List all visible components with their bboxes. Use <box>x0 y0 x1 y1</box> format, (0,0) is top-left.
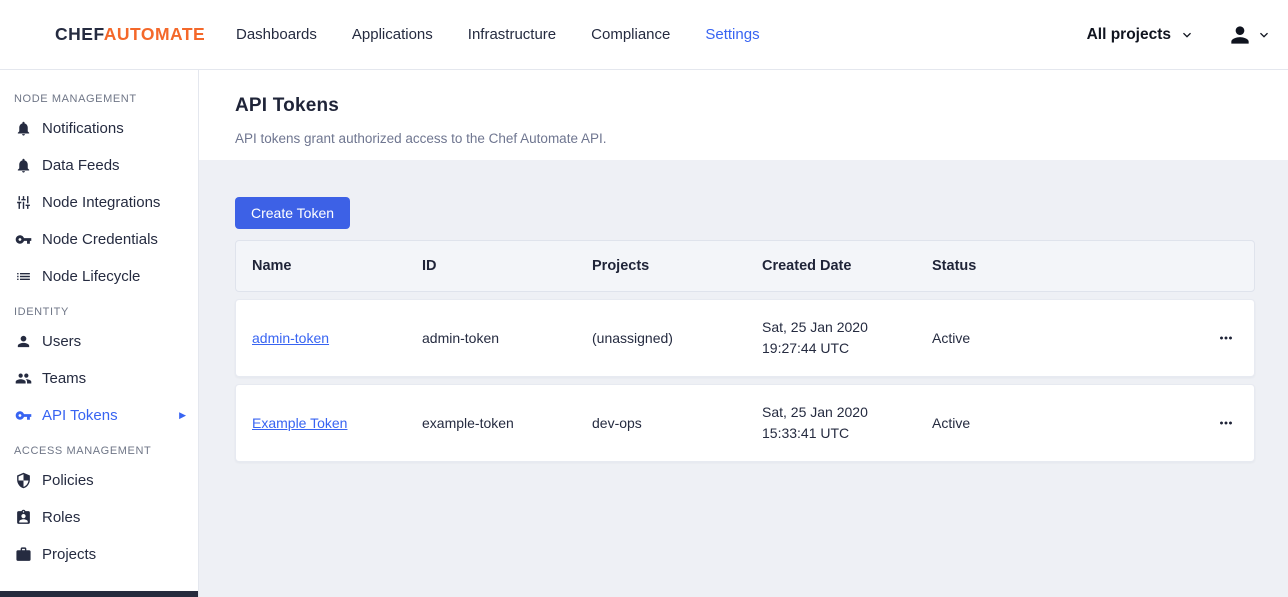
token-projects-cell: (unassigned) <box>592 330 762 346</box>
token-status-cell: Active <box>932 415 1198 431</box>
sidebar-item-roles[interactable]: Roles <box>0 499 198 536</box>
token-status-cell: Active <box>932 330 1198 346</box>
main-content: API Tokens API tokens grant authorized a… <box>199 70 1288 597</box>
sidebar-item-label: Projects <box>42 546 96 563</box>
sidebar-section-title: IDENTITY <box>0 305 198 319</box>
token-name-link[interactable]: Example Token <box>252 415 347 431</box>
shield-icon <box>15 472 32 489</box>
column-header-created-date: Created Date <box>762 258 932 274</box>
sidebar-item-label: Node Integrations <box>42 194 160 211</box>
projects-filter-dropdown[interactable]: All projects <box>1081 25 1201 45</box>
table-row: admin-tokenadmin-token(unassigned)Sat, 2… <box>235 299 1255 377</box>
list-icon <box>15 268 32 285</box>
created-date: Sat, 25 Jan 2020 <box>762 402 932 423</box>
sidebar-item-teams[interactable]: Teams <box>0 360 198 397</box>
sidebar-section-title: NODE MANAGEMENT <box>0 92 198 106</box>
sidebar-item-projects[interactable]: Projects <box>0 536 198 573</box>
key-icon <box>15 407 32 424</box>
token-name-cell: admin-token <box>252 330 422 346</box>
nav-item-compliance[interactable]: Compliance <box>591 26 670 43</box>
page-header: API Tokens API tokens grant authorized a… <box>199 70 1288 160</box>
briefcase-icon <box>15 546 32 563</box>
row-menu-button[interactable] <box>1213 325 1239 351</box>
more-horiz-icon <box>1217 414 1235 432</box>
logo-text-automate: AUTOMATE <box>104 24 206 44</box>
table-row: Example Token example-tokendev-opsSat, 25… <box>235 384 1255 462</box>
main-nav: Dashboards Applications Infrastructure Comp… <box>236 26 760 43</box>
bell-icon <box>15 157 32 174</box>
create-token-button[interactable]: Create Token <box>235 197 350 229</box>
created-time: 15:33:41 UTC <box>762 423 932 444</box>
sidebar-item-label: Policies <box>42 472 94 489</box>
sidebar-item-policies[interactable]: Policies <box>0 462 198 499</box>
more-horiz-icon <box>1217 329 1235 347</box>
sidebar-item-label: Roles <box>42 509 80 526</box>
sidebar-section-title: ACCESS MANAGEMENT <box>0 444 198 458</box>
logo-text-chef: CHEF <box>55 24 104 44</box>
chef-automate-logo[interactable]: CHEFAUTOMATE <box>55 24 200 45</box>
token-created-date-cell: Sat, 25 Jan 202015:33:41 UTC <box>762 402 932 444</box>
projects-filter-label: All projects <box>1087 26 1171 44</box>
settings-sidebar: NODE MANAGEMENT Notifications Data Feeds No… <box>0 70 199 597</box>
row-menu-button[interactable] <box>1213 410 1239 436</box>
column-header-name: Name <box>252 258 422 274</box>
token-id-cell: admin-token <box>422 330 592 346</box>
sliders-icon <box>15 194 32 211</box>
sidebar-bottom-bar <box>0 591 198 597</box>
sidebar-item-label: Notifications <box>42 120 124 137</box>
user-menu[interactable] <box>1227 22 1272 48</box>
token-projects-cell: dev-ops <box>592 415 762 431</box>
topbar-right-controls: All projects <box>1081 22 1272 48</box>
sidebar-item-label: Node Lifecycle <box>42 268 140 285</box>
sidebar-section-node-management: NODE MANAGEMENT Notifications Data Feeds No… <box>0 92 198 295</box>
sidebar-item-label: API Tokens <box>42 407 118 424</box>
sidebar-item-label: Teams <box>42 370 86 387</box>
sidebar-item-node-integrations[interactable]: Node Integrations <box>0 184 198 221</box>
page-title: API Tokens <box>235 95 1252 117</box>
key-icon <box>15 231 32 248</box>
sidebar-section-identity: IDENTITY Users Teams API Tokens ▶ <box>0 305 198 434</box>
nav-item-infrastructure[interactable]: Infrastructure <box>468 26 556 43</box>
sidebar-item-data-feeds[interactable]: Data Feeds <box>0 147 198 184</box>
bell-icon <box>15 120 32 137</box>
created-time: 19:27:44 UTC <box>762 338 932 359</box>
sidebar-item-label: Data Feeds <box>42 157 120 174</box>
token-created-date-cell: Sat, 25 Jan 202019:27:44 UTC <box>762 317 932 359</box>
nav-item-settings[interactable]: Settings <box>705 26 759 43</box>
sidebar-section-access-management: ACCESS MANAGEMENT Policies Roles Projects <box>0 444 198 573</box>
sidebar-item-node-credentials[interactable]: Node Credentials <box>0 221 198 258</box>
sidebar-item-label: Users <box>42 333 81 350</box>
tokens-content-area: Create Token NameIDProjectsCreated DateS… <box>199 160 1288 597</box>
sidebar-item-users[interactable]: Users <box>0 323 198 360</box>
token-table-body: admin-tokenadmin-token(unassigned)Sat, 2… <box>235 299 1255 462</box>
nav-item-dashboards[interactable]: Dashboards <box>236 26 317 43</box>
table-header-row: NameIDProjectsCreated DateStatus <box>235 240 1255 292</box>
sidebar-item-label: Node Credentials <box>42 231 158 248</box>
created-date: Sat, 25 Jan 2020 <box>762 317 932 338</box>
badge-icon <box>15 509 32 526</box>
column-header-id: ID <box>422 258 592 274</box>
column-header-status: Status <box>932 258 1198 274</box>
column-header-projects: Projects <box>592 258 762 274</box>
sidebar-item-notifications[interactable]: Notifications <box>0 110 198 147</box>
sidebar-item-api-tokens[interactable]: API Tokens ▶ <box>0 397 198 434</box>
person-icon <box>15 333 32 350</box>
token-name-link[interactable]: admin-token <box>252 330 329 346</box>
top-navigation-bar: CHEFAUTOMATE Dashboards Applications Infra… <box>0 0 1288 70</box>
page-subtitle: API tokens grant authorized access to th… <box>235 131 1252 146</box>
person-icon <box>1227 22 1253 48</box>
token-id-cell: example-token <box>422 415 592 431</box>
expand-caret-icon: ▶ <box>179 411 186 420</box>
chevron-down-icon <box>1179 27 1195 43</box>
people-icon <box>15 370 32 387</box>
nav-item-applications[interactable]: Applications <box>352 26 433 43</box>
chevron-down-icon <box>1256 27 1272 43</box>
sidebar-item-node-lifecycle[interactable]: Node Lifecycle <box>0 258 198 295</box>
token-name-cell: Example Token <box>252 415 422 431</box>
